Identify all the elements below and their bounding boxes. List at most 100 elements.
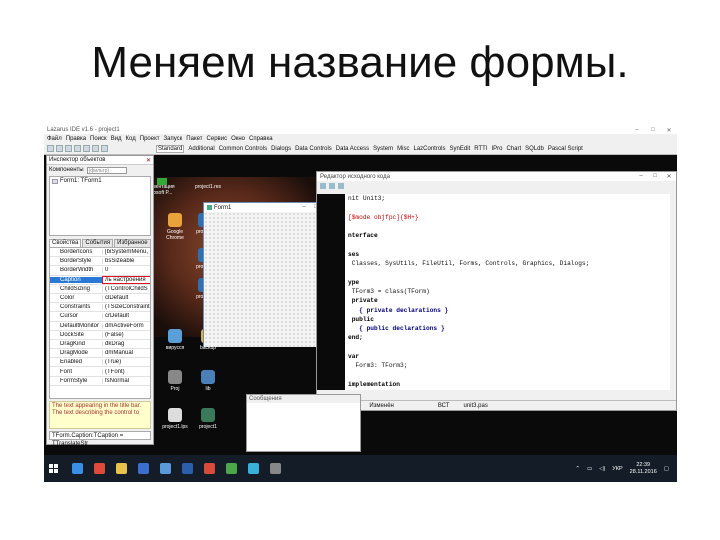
chevron-up-icon[interactable]: ⌃ [575, 466, 580, 472]
tab-data-access[interactable]: Data Access [336, 146, 369, 152]
property-value[interactable]: (TFont) [103, 369, 150, 375]
minimize-icon[interactable]: – [298, 204, 310, 211]
property-row[interactable]: Constraints (TSizeConstraint [50, 303, 150, 313]
component-tree[interactable]: Form1: TForm1 [49, 176, 151, 236]
taskbar-app-icon[interactable] [226, 463, 237, 474]
property-row[interactable]: BorderIcons [biSystemMenu, [50, 248, 150, 258]
taskbar-app-icon[interactable] [160, 463, 171, 474]
minimize-icon[interactable]: – [629, 127, 645, 134]
menu-view[interactable]: Вид [111, 136, 122, 142]
tab-standard[interactable]: Standard [156, 144, 185, 153]
tab-data-controls[interactable]: Data Controls [295, 146, 332, 152]
menu-search[interactable]: Поиск [90, 136, 107, 142]
desktop-icon[interactable]: вирусся [159, 329, 191, 351]
tab-favorites[interactable]: Избранное [114, 239, 151, 247]
start-button[interactable] [44, 455, 62, 482]
property-value[interactable]: dmActiveForm [103, 323, 150, 329]
property-row[interactable]: Enabled (True) [50, 358, 150, 368]
menu-package[interactable]: Пакет [186, 136, 202, 142]
tab-system[interactable]: System [373, 146, 393, 152]
open-icon[interactable] [56, 145, 63, 152]
tab-ipro[interactable]: IPro [491, 146, 502, 152]
stop-icon[interactable] [101, 145, 108, 152]
save-icon[interactable] [65, 145, 72, 152]
menu-project[interactable]: Проект [140, 136, 160, 142]
clock[interactable]: 22:39 28.11.2016 [630, 462, 657, 476]
property-value[interactable]: [biSystemMenu, [103, 249, 150, 255]
filter-input[interactable]: (фильтр) [86, 166, 127, 174]
save-all-icon[interactable] [74, 145, 81, 152]
notifications-icon[interactable]: ▢ [664, 466, 669, 472]
tab-synedit[interactable]: SynEdit [450, 146, 471, 152]
tab-common-controls[interactable]: Common Controls [219, 146, 267, 152]
property-row[interactable]: Cursor crDefault [50, 312, 150, 322]
form1-grid[interactable] [204, 212, 334, 347]
taskbar-app-icon[interactable] [94, 463, 105, 474]
taskbar-app-icon[interactable] [270, 463, 281, 474]
property-value[interactable]: dmManual [103, 350, 150, 356]
menu-edit[interactable]: Правка [66, 136, 86, 142]
tree-node-form1[interactable]: Form1: TForm1 [52, 178, 148, 184]
tab-sqldb[interactable]: SQLdb [525, 146, 544, 152]
maximize-icon[interactable]: □ [645, 127, 661, 134]
desktop-icon[interactable]: Google Chrome [159, 213, 191, 241]
jump-icon[interactable] [338, 183, 344, 189]
new-file-icon[interactable] [47, 145, 54, 152]
property-value[interactable]: crDefault [103, 313, 150, 319]
pause-icon[interactable] [92, 145, 99, 152]
keyboard-language[interactable]: УКР [612, 466, 622, 472]
property-row[interactable]: BorderStyle bsSizeable [50, 257, 150, 267]
menu-tools[interactable]: Сервис [207, 136, 228, 142]
close-icon[interactable]: ✕ [146, 157, 151, 164]
taskbar-app-icon[interactable] [72, 463, 83, 474]
property-value[interactable]: (False) [103, 332, 150, 338]
desktop-icon[interactable]: project1.lps [159, 408, 191, 430]
property-row[interactable]: ChildSizing (TControlChildS [50, 285, 150, 294]
desktop-icon-project-res[interactable]: project1.res [192, 184, 224, 190]
network-icon[interactable]: ▭ [587, 466, 592, 472]
volume-icon[interactable]: ◁) [599, 466, 605, 472]
maximize-icon[interactable]: □ [648, 173, 662, 180]
taskbar-app-icon[interactable] [116, 463, 127, 474]
property-value[interactable]: clDefault [103, 295, 150, 301]
property-row[interactable]: Caption ль настроения [50, 275, 150, 285]
property-value[interactable]: (True) [103, 359, 150, 365]
tab-events[interactable]: События [82, 239, 114, 247]
property-value[interactable]: (TControlChildS [103, 286, 150, 292]
desktop-icon[interactable]: Proj [159, 370, 191, 392]
tab-pascal-script[interactable]: Pascal Script [548, 146, 583, 152]
property-value[interactable]: dkDrag [103, 341, 150, 347]
forward-icon[interactable] [329, 183, 335, 189]
close-icon[interactable]: ✕ [661, 127, 677, 134]
property-value[interactable]: bsSizeable [103, 258, 150, 264]
tab-additional[interactable]: Additional [188, 146, 214, 152]
run-icon[interactable] [83, 145, 90, 152]
property-row[interactable]: DragKind dkDrag [50, 340, 150, 350]
menu-help[interactable]: Справка [249, 136, 273, 142]
menu-file[interactable]: Файл [47, 136, 62, 142]
property-value[interactable]: fsNormal [103, 378, 150, 384]
property-row[interactable]: BorderWidth 0 [50, 266, 150, 276]
minimize-icon[interactable]: – [634, 173, 648, 180]
desktop-icon-presentation[interactable]: резентация icrosoft P... [148, 184, 188, 196]
tab-rtti[interactable]: RTTI [474, 146, 487, 152]
property-value[interactable]: (TSizeConstraint [103, 304, 150, 310]
desktop-icon[interactable]: lib [192, 370, 224, 392]
menu-run[interactable]: Запуск [164, 136, 183, 142]
property-row[interactable]: DefaultMonitor dmActiveForm [50, 322, 150, 331]
tab-misc[interactable]: Misc [397, 146, 409, 152]
code-area[interactable]: nit Unit3; [$mode objfpc]{$H+} nterface ses… [345, 194, 670, 390]
property-row[interactable]: Color clDefault [50, 294, 150, 304]
property-value[interactable]: ль настроения [102, 275, 150, 284]
property-row[interactable]: DockSite (False) [50, 331, 150, 340]
tab-chart[interactable]: Chart [506, 146, 521, 152]
back-icon[interactable] [320, 183, 326, 189]
property-row[interactable]: Font (TFont) [50, 367, 150, 377]
property-row[interactable]: FormStyle fsNormal [50, 377, 150, 386]
tab-lazcontrols[interactable]: LazControls [414, 146, 446, 152]
menu-code[interactable]: Код [126, 136, 136, 142]
taskbar-app-icon[interactable] [204, 463, 215, 474]
taskbar-app-icon[interactable] [138, 463, 149, 474]
desktop-icon[interactable]: project1 [192, 408, 224, 430]
taskbar-app-icon[interactable] [248, 463, 259, 474]
